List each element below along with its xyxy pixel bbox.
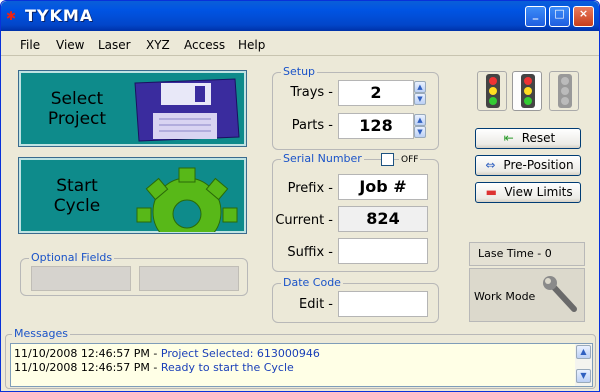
setup-group: Setup Trays - 2 ▲ ▼ Parts - 128 ▲ ▼ xyxy=(272,65,439,150)
traffic-light-icon xyxy=(521,74,535,108)
menu-access[interactable]: Access xyxy=(184,38,225,52)
date-code-title: Date Code xyxy=(281,276,343,289)
menu-view[interactable]: View xyxy=(56,38,84,52)
optional-field-2[interactable] xyxy=(139,266,239,291)
current-input[interactable]: 824 xyxy=(338,206,428,232)
view-limits-label: View Limits xyxy=(504,185,573,199)
floppy-disk-icon xyxy=(134,78,240,142)
main-window: ✱ TYKMA _ □ × File View Laser XYZ Access… xyxy=(0,0,600,392)
pre-position-label: Pre-Position xyxy=(503,158,574,172)
title-bar: ✱ TYKMA _ □ × xyxy=(1,1,599,31)
wrench-icon xyxy=(543,276,577,312)
traffic-light-2[interactable] xyxy=(512,71,542,111)
traffic-light-1[interactable] xyxy=(477,71,507,111)
stepper-down-icon[interactable]: ▼ xyxy=(414,126,426,138)
app-title: TYKMA xyxy=(25,6,94,25)
optional-fields-group: Optional Fields xyxy=(20,251,248,296)
messages-scrollbar[interactable]: ▲ ▼ xyxy=(575,344,592,386)
trays-label: Trays - xyxy=(290,85,333,100)
minus-icon: ▬ xyxy=(485,185,498,199)
traffic-light-icon xyxy=(486,74,500,108)
message-line: 11/10/2008 12:46:57 PM - Project Selecte… xyxy=(14,347,320,360)
stepper-up-icon[interactable]: ▲ xyxy=(414,81,426,93)
menu-help[interactable]: Help xyxy=(238,38,265,52)
messages-group: Messages 11/10/2008 12:46:57 PM - Projec… xyxy=(5,327,596,389)
current-label: Current - xyxy=(275,213,333,228)
scroll-down-icon[interactable]: ▼ xyxy=(576,369,591,383)
reset-arrow-icon: ⇤ xyxy=(503,131,514,145)
optional-fields-title: Optional Fields xyxy=(29,251,115,264)
minimize-button[interactable]: _ xyxy=(525,6,546,27)
date-edit-input[interactable] xyxy=(338,291,428,317)
select-project-label: Select Project xyxy=(47,89,107,129)
parts-stepper[interactable]: ▲ ▼ xyxy=(414,114,426,138)
parts-input[interactable]: 128 xyxy=(338,113,414,139)
work-mode-label: Work Mode xyxy=(474,290,536,303)
pre-position-button[interactable]: ⇔ Pre-Position xyxy=(475,155,581,176)
traffic-light-3[interactable] xyxy=(549,71,579,111)
optional-field-1[interactable] xyxy=(31,266,131,291)
move-arrows-icon: ⇔ xyxy=(485,158,496,172)
messages-title: Messages xyxy=(12,327,70,340)
close-button[interactable]: × xyxy=(573,6,594,27)
message-timestamp: 11/10/2008 12:46:57 PM - xyxy=(14,361,158,374)
serial-number-title: Serial Number xyxy=(281,152,364,165)
date-code-group: Date Code Edit - xyxy=(272,276,439,323)
suffix-input[interactable] xyxy=(338,238,428,264)
reset-button[interactable]: ⇤ Reset xyxy=(475,128,581,149)
prefix-label: Prefix - xyxy=(287,181,333,196)
reset-label: Reset xyxy=(521,131,556,145)
stepper-up-icon[interactable]: ▲ xyxy=(414,114,426,126)
message-text: Project Selected: 613000946 xyxy=(160,347,320,360)
prefix-input[interactable]: Job # xyxy=(338,174,428,200)
serial-toggle-label: OFF xyxy=(399,155,421,165)
message-line: 11/10/2008 12:46:57 PM - Ready to start … xyxy=(14,361,294,374)
serial-number-group: Serial Number OFF Prefix - Job # Current… xyxy=(272,152,439,272)
maximize-button[interactable]: □ xyxy=(549,6,570,27)
menu-file[interactable]: File xyxy=(20,38,40,52)
trays-stepper[interactable]: ▲ ▼ xyxy=(414,81,426,105)
serial-number-checkbox[interactable] xyxy=(381,153,394,166)
scroll-up-icon[interactable]: ▲ xyxy=(576,345,591,359)
menu-laser[interactable]: Laser xyxy=(98,38,131,52)
message-text: Ready to start the Cycle xyxy=(160,361,294,374)
messages-log[interactable]: 11/10/2008 12:46:57 PM - Project Selecte… xyxy=(10,343,593,387)
lase-time-display: Lase Time - 0 xyxy=(469,242,585,266)
suffix-label: Suffix - xyxy=(287,245,333,260)
gear-icon xyxy=(136,167,238,232)
menu-bar: File View Laser XYZ Access Help xyxy=(1,32,599,56)
select-project-button[interactable]: Select Project xyxy=(18,70,247,147)
setup-title: Setup xyxy=(281,65,318,78)
start-cycle-label: Start Cycle xyxy=(53,176,101,216)
view-limits-button[interactable]: ▬ View Limits xyxy=(475,182,581,203)
stepper-down-icon[interactable]: ▼ xyxy=(414,93,426,105)
traffic-light-icon xyxy=(558,74,572,108)
menu-xyz[interactable]: XYZ xyxy=(146,38,170,52)
message-timestamp: 11/10/2008 12:46:57 PM - xyxy=(14,347,158,360)
start-cycle-button[interactable]: Start Cycle xyxy=(18,157,247,234)
parts-label: Parts - xyxy=(291,118,333,133)
work-mode-button[interactable]: Work Mode xyxy=(469,268,585,322)
date-edit-label: Edit - xyxy=(299,297,333,312)
app-logo-icon: ✱ xyxy=(6,9,17,23)
trays-input[interactable]: 2 xyxy=(338,80,414,106)
